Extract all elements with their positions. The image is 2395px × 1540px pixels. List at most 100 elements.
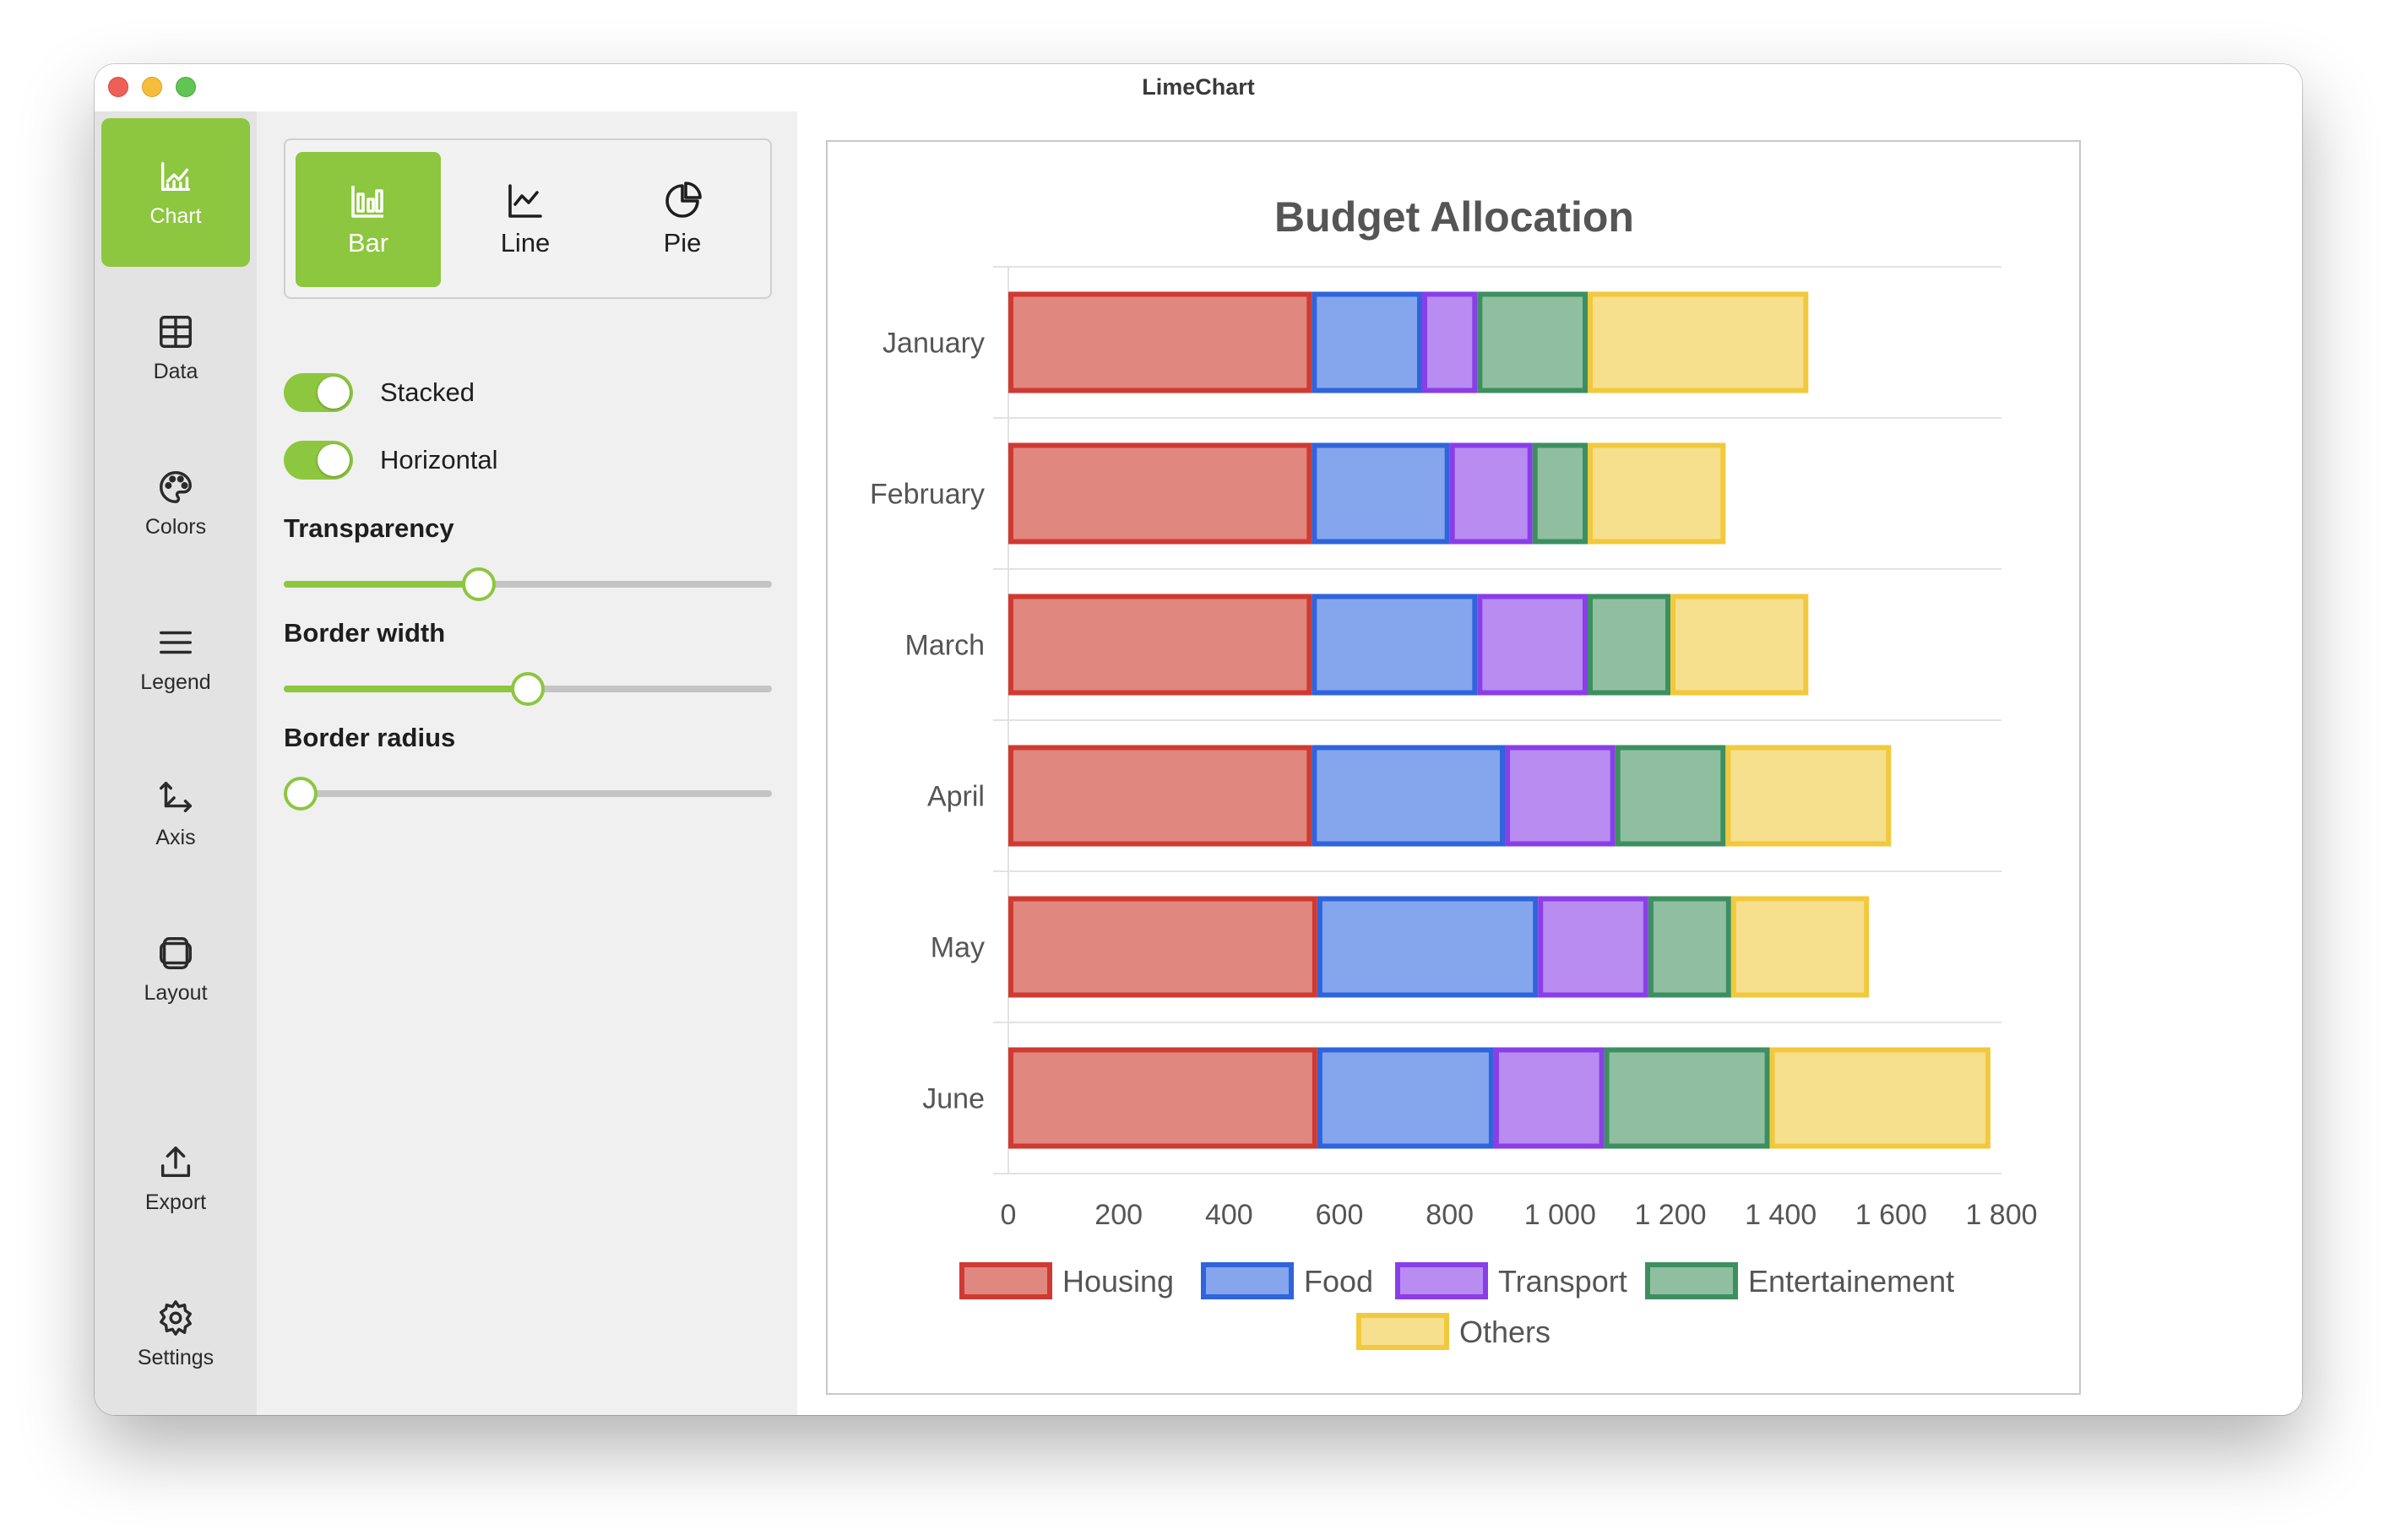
- x-tick-label: 600: [1316, 1199, 1364, 1231]
- bar-housing: [1008, 442, 1312, 545]
- upload-icon: [156, 1143, 195, 1182]
- bar-housing: [1008, 896, 1317, 998]
- bar-transport: [1477, 594, 1588, 696]
- sidebar-item-legend[interactable]: Legend: [101, 584, 250, 733]
- x-tick-label: 1 600: [1855, 1199, 1927, 1231]
- category-label: January: [883, 328, 985, 360]
- chart-canvas: Budget Allocation January February March Apr…: [826, 140, 2081, 1395]
- stacked-label: Stacked: [380, 377, 475, 407]
- chart-type-bar-button[interactable]: Bar: [296, 152, 441, 287]
- chart-type-pie-button[interactable]: Pie: [610, 152, 755, 287]
- bar-housing: [1008, 1047, 1317, 1149]
- sidebar-item-label: Layout: [144, 980, 208, 1005]
- bar-food: [1312, 291, 1422, 393]
- border-width-slider-thumb[interactable]: [511, 672, 545, 706]
- x-tick-label: 0: [1001, 1199, 1017, 1231]
- stacked-toggle[interactable]: [284, 373, 353, 412]
- bar-transport: [1493, 1047, 1605, 1149]
- sidebar-item-chart[interactable]: Chart: [101, 118, 250, 267]
- sidebar-item-label: Axis: [155, 825, 196, 849]
- chart-type-line-button[interactable]: Line: [453, 152, 598, 287]
- budget-bar-chart: Budget Allocation January February March Apr…: [870, 193, 2038, 1350]
- border-radius-slider-thumb[interactable]: [284, 777, 318, 811]
- bar-entertainement: [1648, 896, 1731, 998]
- chart-title: Budget Allocation: [1274, 193, 1634, 241]
- sidebar-item-label: Export: [144, 1190, 207, 1214]
- chart-type-label: Bar: [347, 228, 389, 258]
- legend-label: Transport: [1498, 1264, 1627, 1299]
- chart-area: Budget Allocation January February March Apr…: [797, 111, 2302, 1415]
- transparency-slider-thumb[interactable]: [462, 567, 497, 601]
- category-label: March: [905, 630, 985, 662]
- bar-housing: [1008, 291, 1312, 393]
- table-icon: [156, 312, 195, 351]
- bar-food: [1312, 745, 1505, 847]
- sidebar-item-data[interactable]: Data: [101, 274, 250, 422]
- x-tick-label: 1 400: [1745, 1199, 1817, 1231]
- sidebar-item-label: Colors: [144, 514, 207, 539]
- sidebar-item-label: Chart: [149, 203, 202, 228]
- border-radius-label: Border radius: [284, 723, 456, 752]
- bar-others: [1730, 896, 1870, 998]
- bar-others: [1725, 745, 1892, 847]
- bar-chart-icon: [351, 186, 383, 218]
- sidebar-item-label: Legend: [140, 670, 211, 694]
- palette-icon: [156, 468, 195, 507]
- x-tick-label: 200: [1094, 1199, 1143, 1231]
- border-width-label: Border width: [284, 618, 446, 648]
- layers-icon: [156, 934, 195, 973]
- category-label: May: [931, 932, 985, 964]
- sidebar-item-layout[interactable]: Layout: [101, 895, 250, 1044]
- legend-swatch-entertainement: [1645, 1262, 1738, 1299]
- axis-icon: [156, 778, 195, 817]
- chart-options-panel: Bar Line Pie Stacked Horizontal Transpar…: [257, 111, 797, 1415]
- legend-label: Food: [1304, 1264, 1373, 1299]
- sidebar-item-colors[interactable]: Colors: [101, 429, 250, 578]
- bar-others: [1670, 594, 1809, 696]
- horizontal-toggle-row: Horizontal: [284, 441, 498, 480]
- category-label: February: [870, 479, 985, 511]
- pie-chart-icon: [665, 182, 702, 218]
- bar-entertainement: [1604, 1047, 1770, 1149]
- stacked-toggle-row: Stacked: [284, 373, 475, 412]
- bar-entertainement: [1588, 594, 1670, 696]
- border-width-slider[interactable]: [284, 672, 772, 706]
- bar-transport: [1505, 745, 1616, 847]
- legend-label: Entertainement: [1748, 1264, 1954, 1299]
- horizontal-label: Horizontal: [380, 445, 498, 474]
- bar-food: [1312, 442, 1450, 545]
- sidebar-item-axis[interactable]: Axis: [101, 740, 250, 888]
- transparency-label: Transparency: [284, 513, 454, 543]
- chart-icon: [156, 157, 195, 196]
- chart-type-label: Pie: [663, 228, 702, 258]
- x-tick-label: 1 200: [1634, 1199, 1706, 1231]
- category-label: April: [927, 781, 985, 813]
- bar-housing: [1008, 594, 1312, 696]
- title-bar: LimeChart: [95, 64, 2302, 111]
- sidebar-item-export[interactable]: Export: [101, 1104, 250, 1253]
- bar-food: [1312, 594, 1478, 696]
- transparency-slider[interactable]: [284, 567, 772, 601]
- legend-label: Others: [1459, 1315, 1551, 1349]
- category-label: June: [922, 1083, 985, 1115]
- gear-icon: [156, 1299, 195, 1337]
- legend-swatch-food: [1201, 1262, 1294, 1299]
- list-icon: [156, 623, 195, 662]
- line-chart-icon: [508, 184, 542, 218]
- border-radius-slider[interactable]: [284, 777, 772, 811]
- bar-transport: [1449, 442, 1533, 545]
- horizontal-toggle[interactable]: [284, 441, 353, 480]
- bar-entertainement: [1477, 291, 1588, 393]
- bar-transport: [1538, 896, 1648, 998]
- sidebar-item-settings[interactable]: Settings: [101, 1260, 250, 1408]
- legend-swatch-housing: [959, 1262, 1052, 1299]
- x-tick-label: 1 000: [1524, 1199, 1596, 1231]
- sidebar: Chart Data Colors Legend Axis Layout Exp…: [95, 111, 257, 1415]
- chart-type-selector: Bar Line Pie: [284, 138, 772, 299]
- bar-entertainement: [1615, 745, 1726, 847]
- bar-housing: [1008, 745, 1312, 847]
- bar-food: [1317, 896, 1539, 998]
- sidebar-item-label: Settings: [137, 1345, 215, 1369]
- sidebar-item-label: Data: [153, 359, 198, 383]
- legend-swatch-others: [1356, 1313, 1449, 1350]
